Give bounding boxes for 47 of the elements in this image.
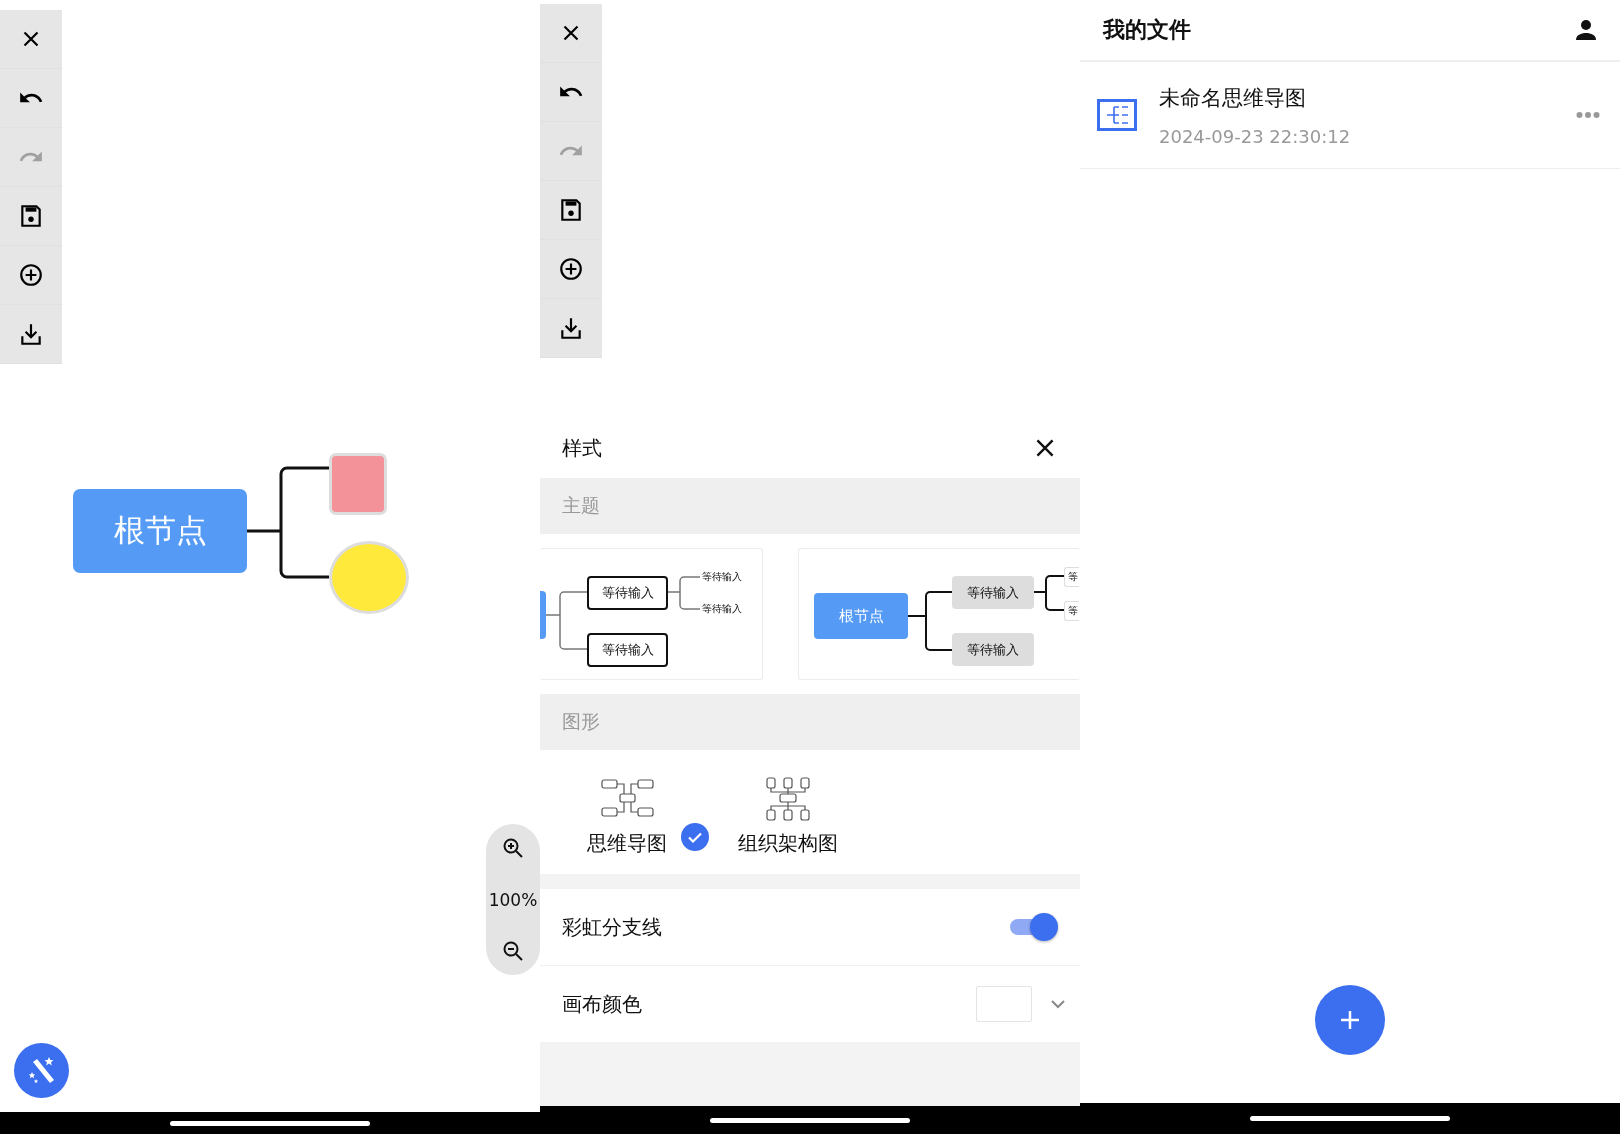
zoom-out-icon — [501, 939, 525, 963]
branch-node: 等待输入 — [587, 576, 668, 610]
branch-node: 等待输入 — [952, 576, 1034, 609]
setting-label: 彩虹分支线 — [562, 913, 662, 941]
setting-label: 画布颜色 — [562, 990, 642, 1018]
person-icon — [1574, 18, 1598, 42]
layout-option[interactable]: 组织架构图 — [738, 776, 838, 857]
leaf-label: 等待输入 — [702, 570, 742, 584]
root-node-edge — [540, 591, 546, 639]
plus-icon — [1338, 1008, 1362, 1032]
theme-card[interactable]: 根节点 等待输入 等待输入 等 等 — [798, 548, 1080, 680]
check-icon — [681, 823, 709, 851]
leaf-label: 等待输入 — [702, 602, 742, 616]
connector-line — [1033, 575, 1065, 611]
page-title: 我的文件 — [1103, 16, 1191, 44]
section-heading: 图形 — [540, 694, 1080, 750]
color-picker[interactable] — [976, 986, 1068, 1022]
file-name: 未命名思维导图 — [1159, 84, 1307, 112]
toggle-switch[interactable] — [1008, 912, 1058, 942]
panel-title: 样式 — [562, 434, 602, 462]
layout-option[interactable]: 思维导图 — [587, 776, 709, 857]
branch-node: 等待输入 — [952, 633, 1034, 666]
connector-line — [546, 591, 588, 650]
download-icon — [18, 321, 44, 347]
root-node: 根节点 — [814, 593, 908, 639]
add-circle-icon — [18, 262, 44, 288]
more-button[interactable] — [1576, 111, 1600, 119]
square-node[interactable] — [329, 453, 387, 515]
section-heading: 主题 — [540, 478, 1080, 534]
add-circle-icon — [558, 256, 584, 282]
more-icon — [1576, 111, 1600, 119]
magic-wand-button[interactable] — [14, 1043, 69, 1098]
theme-card[interactable]: 等待输入 等待输入 等待输入 等待输入 — [540, 548, 763, 680]
zoom-level: 100% — [488, 889, 538, 910]
file-date: 2024-09-23 22:30:12 — [1159, 125, 1352, 147]
zoom-in-icon — [501, 836, 525, 860]
file-item[interactable]: 未命名思维导图 2024-09-23 22:30:12 — [1080, 62, 1620, 169]
save-icon — [18, 203, 44, 229]
leaf-node: 等 — [1064, 601, 1079, 621]
connector-line — [667, 576, 701, 610]
save-icon — [558, 197, 584, 223]
leaf-node: 等 — [1064, 567, 1079, 587]
branch-node: 等待输入 — [587, 633, 668, 667]
account-button[interactable] — [1574, 18, 1598, 42]
mind-map-file-icon — [1097, 99, 1137, 131]
connector-line — [908, 591, 953, 651]
download-icon — [558, 315, 584, 341]
